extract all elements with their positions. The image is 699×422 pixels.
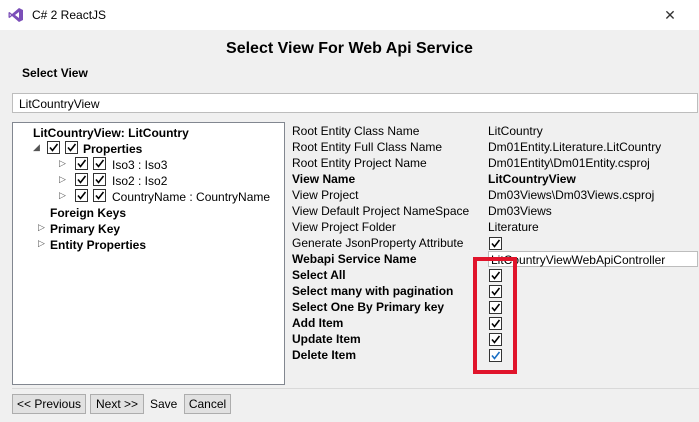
- prop-label: Delete Item: [292, 348, 357, 362]
- prop-label: View Project Folder: [292, 220, 396, 234]
- page-heading: Select View For Web Api Service: [226, 40, 473, 57]
- select-view-label: Select View: [22, 66, 88, 80]
- tree-root[interactable]: LitCountryView: LitCountry: [33, 126, 189, 140]
- prop-row: Root Entity Class Name LitCountry: [292, 124, 699, 140]
- iso2-checkbox[interactable]: [75, 173, 88, 186]
- tree-prop-iso2[interactable]: Iso2 : Iso2: [112, 174, 167, 188]
- collapse-arrow-icon[interactable]: ▷: [59, 174, 66, 185]
- tree-prop-countryname[interactable]: CountryName : CountryName: [112, 190, 270, 204]
- cancel-button[interactable]: Cancel: [184, 394, 231, 414]
- prop-label: Select All: [292, 268, 346, 282]
- visual-studio-icon: [8, 8, 23, 22]
- collapse-arrow-icon[interactable]: ▷: [59, 190, 66, 201]
- close-icon[interactable]: ✕: [650, 4, 690, 26]
- countryname-checkbox-2[interactable]: [93, 189, 106, 202]
- tree-entity-properties[interactable]: Entity Properties: [50, 238, 146, 252]
- save-button[interactable]: Save: [150, 397, 177, 411]
- title-bar: C# 2 ReactJS ✕: [0, 0, 699, 30]
- prop-label: View Name: [292, 172, 356, 186]
- prop-label: Root Entity Project Name: [292, 156, 427, 170]
- collapse-arrow-icon[interactable]: ▷: [38, 238, 45, 249]
- prop-row: View Project Dm03Views\Dm03Views.csproj: [292, 188, 699, 204]
- collapse-arrow-icon[interactable]: ▷: [59, 158, 66, 169]
- prop-row: Generate JsonProperty Attribute: [292, 236, 699, 252]
- prop-value: Literature: [488, 220, 539, 234]
- prop-label: Select many with pagination: [292, 284, 454, 298]
- webapi-service-name-value: LitCountryViewWebApiController: [491, 253, 666, 267]
- countryname-checkbox[interactable]: [75, 189, 88, 202]
- prop-row: View Default Project NameSpace Dm03Views: [292, 204, 699, 220]
- prop-label: Update Item: [292, 332, 361, 346]
- prop-row: View Project Folder Literature: [292, 220, 699, 236]
- tree-properties[interactable]: Properties: [83, 142, 142, 156]
- prop-row: Root Entity Full Class Name Dm01Entity.L…: [292, 140, 699, 156]
- prop-label: Add Item: [292, 316, 344, 330]
- tree-view[interactable]: LitCountryView: LitCountry ◢ Properties …: [12, 122, 285, 385]
- prop-value: Dm01Entity\Dm01Entity.csproj: [488, 156, 650, 170]
- webapi-service-name-field[interactable]: LitCountryViewWebApiController: [488, 251, 698, 267]
- tree-foreign-keys[interactable]: Foreign Keys: [50, 206, 126, 220]
- prop-row: Root Entity Project Name Dm01Entity\Dm01…: [292, 156, 699, 172]
- properties-checkbox-2[interactable]: [65, 141, 78, 154]
- prop-value: Dm01Entity.Literature.LitCountry: [488, 140, 662, 154]
- iso3-checkbox-2[interactable]: [93, 157, 106, 170]
- prop-value: LitCountryView: [488, 172, 576, 186]
- prop-value: LitCountry: [488, 124, 543, 138]
- window-title: C# 2 ReactJS: [32, 8, 107, 22]
- prop-value: Dm03Views\Dm03Views.csproj: [488, 188, 655, 202]
- prop-label: View Project: [292, 188, 359, 202]
- generate-json-checkbox[interactable]: [489, 237, 502, 250]
- prop-label: Generate JsonProperty Attribute: [292, 236, 464, 250]
- view-select[interactable]: LitCountryView: [12, 93, 698, 113]
- prop-label: View Default Project NameSpace: [292, 204, 470, 218]
- bottom-divider: [12, 388, 699, 389]
- iso2-checkbox-2[interactable]: [93, 173, 106, 186]
- collapse-arrow-icon[interactable]: ▷: [38, 222, 45, 233]
- view-select-value: LitCountryView: [19, 97, 100, 111]
- previous-button[interactable]: << Previous: [12, 394, 86, 414]
- prop-value: Dm03Views: [488, 204, 552, 218]
- iso3-checkbox[interactable]: [75, 157, 88, 170]
- tree-primary-key[interactable]: Primary Key: [50, 222, 120, 236]
- prop-label: Root Entity Full Class Name: [292, 140, 443, 154]
- expand-arrow-icon[interactable]: ◢: [33, 142, 40, 153]
- highlight-box: [473, 257, 517, 374]
- tree-prop-iso3[interactable]: Iso3 : Iso3: [112, 158, 167, 172]
- prop-label: Webapi Service Name: [292, 252, 417, 266]
- prop-label: Select One By Primary key: [292, 300, 445, 314]
- prop-row: View Name LitCountryView: [292, 172, 699, 188]
- next-button[interactable]: Next >>: [90, 394, 144, 414]
- properties-checkbox[interactable]: [47, 141, 60, 154]
- prop-label: Root Entity Class Name: [292, 124, 420, 138]
